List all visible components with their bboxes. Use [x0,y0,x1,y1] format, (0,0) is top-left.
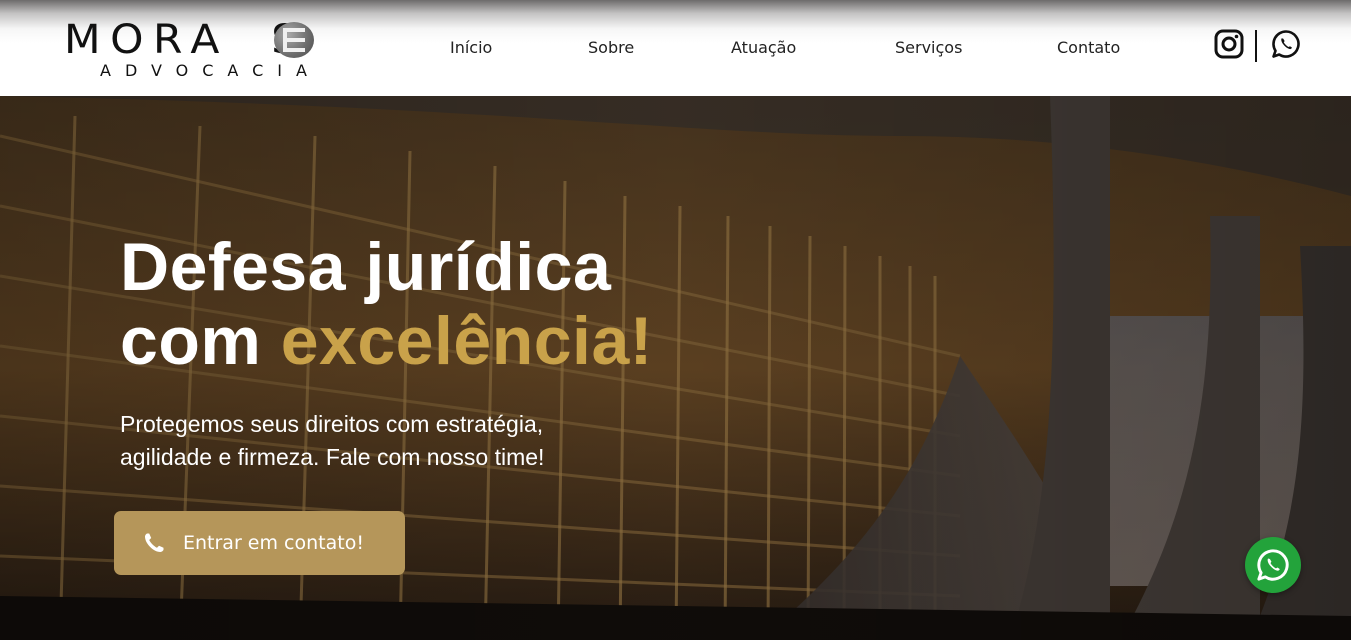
site-header: MORAS ADVOCACIA Início Sobre Atuação Ser… [0,0,1351,96]
contact-button[interactable]: Entrar em contato! [114,511,405,575]
whatsapp-icon[interactable] [1271,29,1301,59]
hero-headline: Defesa jurídica com excelência! [120,230,653,378]
whatsapp-icon [1257,549,1289,581]
instagram-icon[interactable] [1214,29,1244,59]
nav-item-sobre[interactable]: Sobre [588,38,634,60]
logo-wordmark: MORAS [64,20,308,60]
nav-item-servicos[interactable]: Serviços [895,38,962,60]
subhead-line-1: Protegemos seus direitos com estratégia, [120,411,544,437]
nav-item-contato[interactable]: Contato [1057,38,1120,60]
headline-line-2-start: com [120,303,281,379]
nav-item-inicio[interactable]: Início [450,38,492,60]
brand-logo[interactable]: MORAS ADVOCACIA [64,20,372,82]
social-divider [1255,30,1257,62]
contact-button-label: Entrar em contato! [183,532,364,554]
logo-tagline: ADVOCACIA [100,61,321,80]
phone-icon [142,531,166,555]
subhead-line-2: agilidade e firmeza. Fale com nosso time… [120,444,545,470]
logo-e-emblem-icon [274,22,314,58]
nav-item-atuacao[interactable]: Atuação [731,38,796,60]
headline-accent: excelência! [280,303,653,379]
hero-subheadline: Protegemos seus direitos com estratégia,… [120,408,640,474]
headline-line-1: Defesa jurídica [120,229,612,305]
floating-whatsapp-button[interactable] [1245,537,1301,593]
logo-text-start: MORA [64,17,229,63]
